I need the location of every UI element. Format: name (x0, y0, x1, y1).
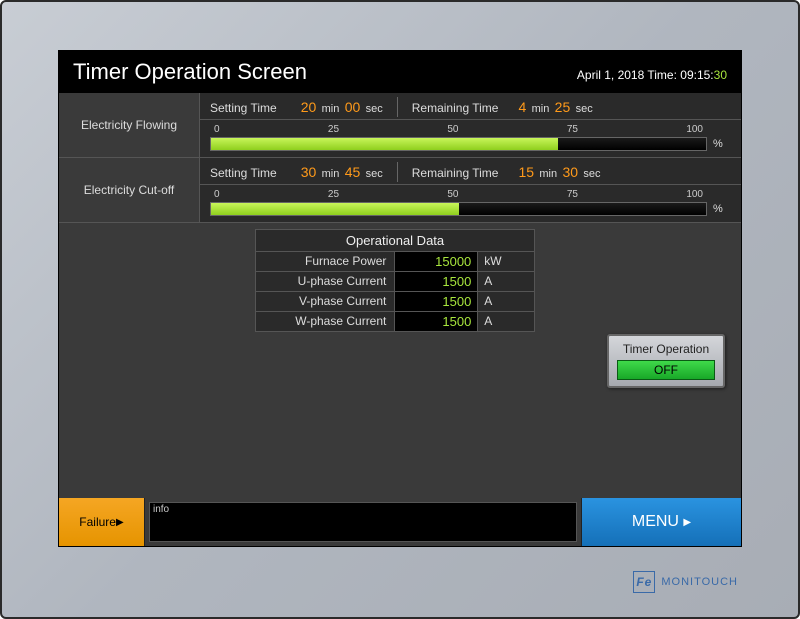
cutoff-set-min: 30 (301, 164, 317, 180)
opdata-row-w: W-phase Current 1500 A (255, 312, 535, 332)
u-phase-value: 1500 (395, 272, 478, 291)
operational-data-table: Operational Data Furnace Power 15000 kW … (255, 229, 535, 498)
timer-cutoff-values: Setting Time 30 min 45 sec Remaining Tim… (200, 162, 741, 185)
opdata-container: Operational Data Furnace Power 15000 kW … (199, 223, 591, 498)
hmi-screen: Timer Operation Screen April 1, 2018 Tim… (58, 50, 742, 547)
flowing-bar-wrap: 0 25 50 75 100 % (200, 120, 741, 151)
info-display (149, 502, 577, 542)
flowing-ticks: 0 25 50 75 100 (210, 124, 731, 137)
w-phase-value: 1500 (395, 312, 478, 331)
timer-op-label: Timer Operation (617, 342, 715, 356)
cutoff-pct-unit: % (713, 203, 731, 215)
setting-time-label: Setting Time (210, 166, 277, 180)
opdata-title: Operational Data (255, 229, 535, 252)
device-frame: Timer Operation Screen April 1, 2018 Tim… (0, 0, 800, 619)
timer-op-button-wrap: Timer Operation OFF (591, 223, 741, 498)
cutoff-bar-wrap: 0 25 50 75 100 % (200, 185, 741, 216)
date-text: April 1, 2018 Time: 09:15: (577, 68, 714, 82)
seconds-text: 30 (714, 68, 727, 82)
opdata-row-u: U-phase Current 1500 A (255, 272, 535, 292)
timer-cutoff-section: Electricity Cut-off Setting Time 30 min … (59, 158, 741, 223)
timer-flowing-label: Electricity Flowing (59, 93, 199, 157)
lower-area: Operational Data Furnace Power 15000 kW … (59, 223, 741, 498)
timer-cutoff-body: Setting Time 30 min 45 sec Remaining Tim… (199, 158, 741, 222)
timer-flowing-section: Electricity Flowing Setting Time 20 min … (59, 93, 741, 158)
cutoff-set-sec: 45 (345, 164, 361, 180)
menu-button[interactable]: MENU ▶ (581, 498, 741, 546)
failure-button[interactable]: Failure▶ (59, 498, 145, 546)
timer-flowing-body: Setting Time 20 min 00 sec Remaining Tim… (199, 93, 741, 157)
cutoff-progress-bar (210, 202, 707, 216)
triangle-right-icon: ▶ (116, 517, 124, 528)
cutoff-ticks: 0 25 50 75 100 (210, 189, 731, 202)
opdata-row-v: V-phase Current 1500 A (255, 292, 535, 312)
furnace-power-value: 15000 (395, 252, 478, 271)
flowing-pct-unit: % (713, 138, 731, 150)
timer-cutoff-label: Electricity Cut-off (59, 158, 199, 222)
flowing-progress-bar (210, 137, 707, 151)
cutoff-rem-sec: 30 (562, 164, 578, 180)
remaining-time-label: Remaining Time (412, 166, 499, 180)
remaining-time-label: Remaining Time (412, 101, 499, 115)
info-box: info (145, 498, 581, 546)
divider (397, 97, 398, 117)
flowing-set-min: 20 (301, 99, 317, 115)
flowing-rem-sec: 25 (555, 99, 571, 115)
timer-flowing-values: Setting Time 20 min 00 sec Remaining Tim… (200, 97, 741, 120)
opdata-row-furnace: Furnace Power 15000 kW (255, 252, 535, 272)
divider (397, 162, 398, 182)
setting-time-label: Setting Time (210, 101, 277, 115)
flowing-progress-fill (211, 138, 558, 150)
cutoff-rem-min: 15 (518, 164, 534, 180)
datetime-display: April 1, 2018 Time: 09:15:30 (577, 68, 727, 82)
brand-name: MONITOUCH (661, 576, 738, 588)
footer-bar: Failure▶ info MENU ▶ (59, 498, 741, 546)
timer-op-state: OFF (617, 360, 715, 380)
page-title: Timer Operation Screen (73, 59, 307, 85)
triangle-right-icon: ▶ (683, 517, 691, 528)
title-bar: Timer Operation Screen April 1, 2018 Tim… (59, 51, 741, 93)
brand-logo-area: Fe MONITOUCH (633, 571, 738, 593)
info-label: info (153, 504, 169, 515)
brand-logo-icon: Fe (633, 571, 655, 593)
timer-operation-button[interactable]: Timer Operation OFF (607, 334, 725, 388)
flowing-set-sec: 00 (345, 99, 361, 115)
v-phase-value: 1500 (395, 292, 478, 311)
cutoff-progress-fill (211, 203, 459, 215)
flowing-rem-min: 4 (518, 99, 526, 115)
lower-spacer (59, 223, 199, 498)
